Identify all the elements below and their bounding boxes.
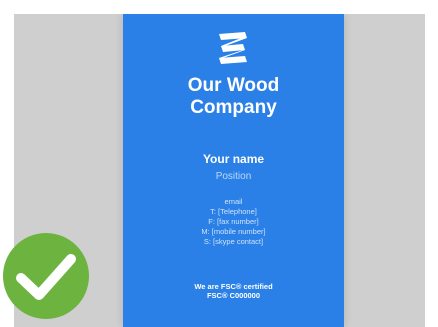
stripe-s-logo-icon xyxy=(219,32,247,64)
person-position: Position xyxy=(215,171,252,182)
fsc-line1: We are FSC® certified xyxy=(194,282,273,291)
contact-email: email xyxy=(224,197,243,206)
contact-skype: S: [skype contact] xyxy=(203,237,264,246)
contact-mobile: M: [mobile number] xyxy=(201,227,266,236)
contact-list: email T: [Telephone] F: [fax number] M: … xyxy=(123,197,344,247)
person-name: Your name xyxy=(202,152,265,166)
fsc-line2: FSC® C000000 xyxy=(206,291,261,300)
business-card: Our Wood Company Your name Position emai… xyxy=(123,14,344,327)
contact-telephone: T: [Telephone] xyxy=(210,207,257,216)
contact-fax: F: [fax number] xyxy=(208,217,259,226)
company-name-line2: Company xyxy=(190,97,277,118)
checkmark-icon xyxy=(3,233,89,319)
fsc-certification: We are FSC® certified FSC® C000000 xyxy=(123,282,344,300)
company-name-line1: Our Wood xyxy=(187,75,280,96)
